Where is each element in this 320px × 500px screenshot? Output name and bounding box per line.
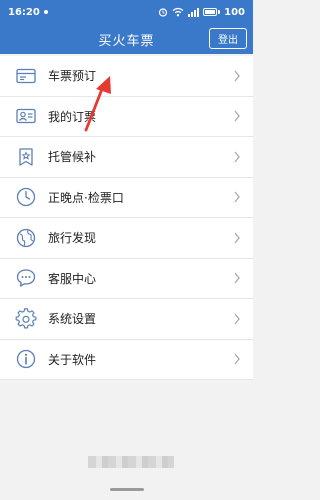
gear-icon <box>15 308 37 330</box>
chevron-right-icon <box>234 110 240 122</box>
menu-item-label: 车票预订 <box>48 69 97 84</box>
menu-item-label: 旅行发现 <box>48 231 97 246</box>
signal-icon <box>188 7 200 17</box>
chevron-right-icon <box>234 313 240 325</box>
menu-item-label: 关于软件 <box>48 352 97 367</box>
menu-item-ticket-booking[interactable]: 车票预订 <box>0 56 253 97</box>
chevron-right-icon <box>234 151 240 163</box>
wifi-icon <box>172 7 184 17</box>
menu-item-system-settings[interactable]: 系统设置 <box>0 299 253 340</box>
menu-item-delay-gate[interactable]: 正晚点·检票口 <box>0 178 253 218</box>
menu-item-travel-discovery[interactable]: 旅行发现 <box>0 218 253 259</box>
info-icon <box>15 348 37 370</box>
chevron-right-icon <box>234 191 240 203</box>
clock-icon <box>15 186 37 208</box>
menu-list: 车票预订 我的订票 托管候补 正晚点·检票口 旅行发现 客服中心 系统设置 关于… <box>0 56 253 380</box>
menu-item-customer-service[interactable]: 客服中心 <box>0 259 253 299</box>
status-icons: 100 <box>158 7 245 18</box>
app-header: 买火车票 登出 <box>0 24 253 54</box>
menu-item-label: 托管候补 <box>48 150 97 165</box>
menu-item-label: 我的订票 <box>48 109 97 124</box>
bookmark-star-icon <box>15 146 37 168</box>
ticket-card-icon <box>15 65 37 87</box>
status-time: 16:20 <box>8 6 40 18</box>
menu-item-waitlist[interactable]: 托管候补 <box>0 137 253 178</box>
menu-item-label: 正晚点·检票口 <box>48 190 124 205</box>
battery-icon <box>203 8 221 16</box>
menu-item-label: 客服中心 <box>48 271 97 286</box>
chevron-right-icon <box>234 353 240 365</box>
home-indicator[interactable] <box>110 488 144 491</box>
user-card-icon <box>15 105 37 127</box>
menu-item-about-software[interactable]: 关于软件 <box>0 340 253 380</box>
battery-percent: 100 <box>224 6 245 18</box>
globe-icon <box>15 227 37 249</box>
menu-item-label: 系统设置 <box>48 312 97 327</box>
alarm-icon <box>159 8 168 17</box>
chevron-right-icon <box>234 70 240 82</box>
blurred-footer-text <box>88 456 174 468</box>
notification-dot-icon <box>43 10 48 14</box>
page-title: 买火车票 <box>98 33 155 49</box>
logout-button[interactable]: 登出 <box>209 28 247 49</box>
chevron-right-icon <box>234 232 240 244</box>
status-bar: 16:20 100 <box>0 0 253 24</box>
chevron-right-icon <box>234 272 240 284</box>
menu-item-my-tickets[interactable]: 我的订票 <box>0 97 253 137</box>
chat-bubble-icon <box>15 267 37 289</box>
